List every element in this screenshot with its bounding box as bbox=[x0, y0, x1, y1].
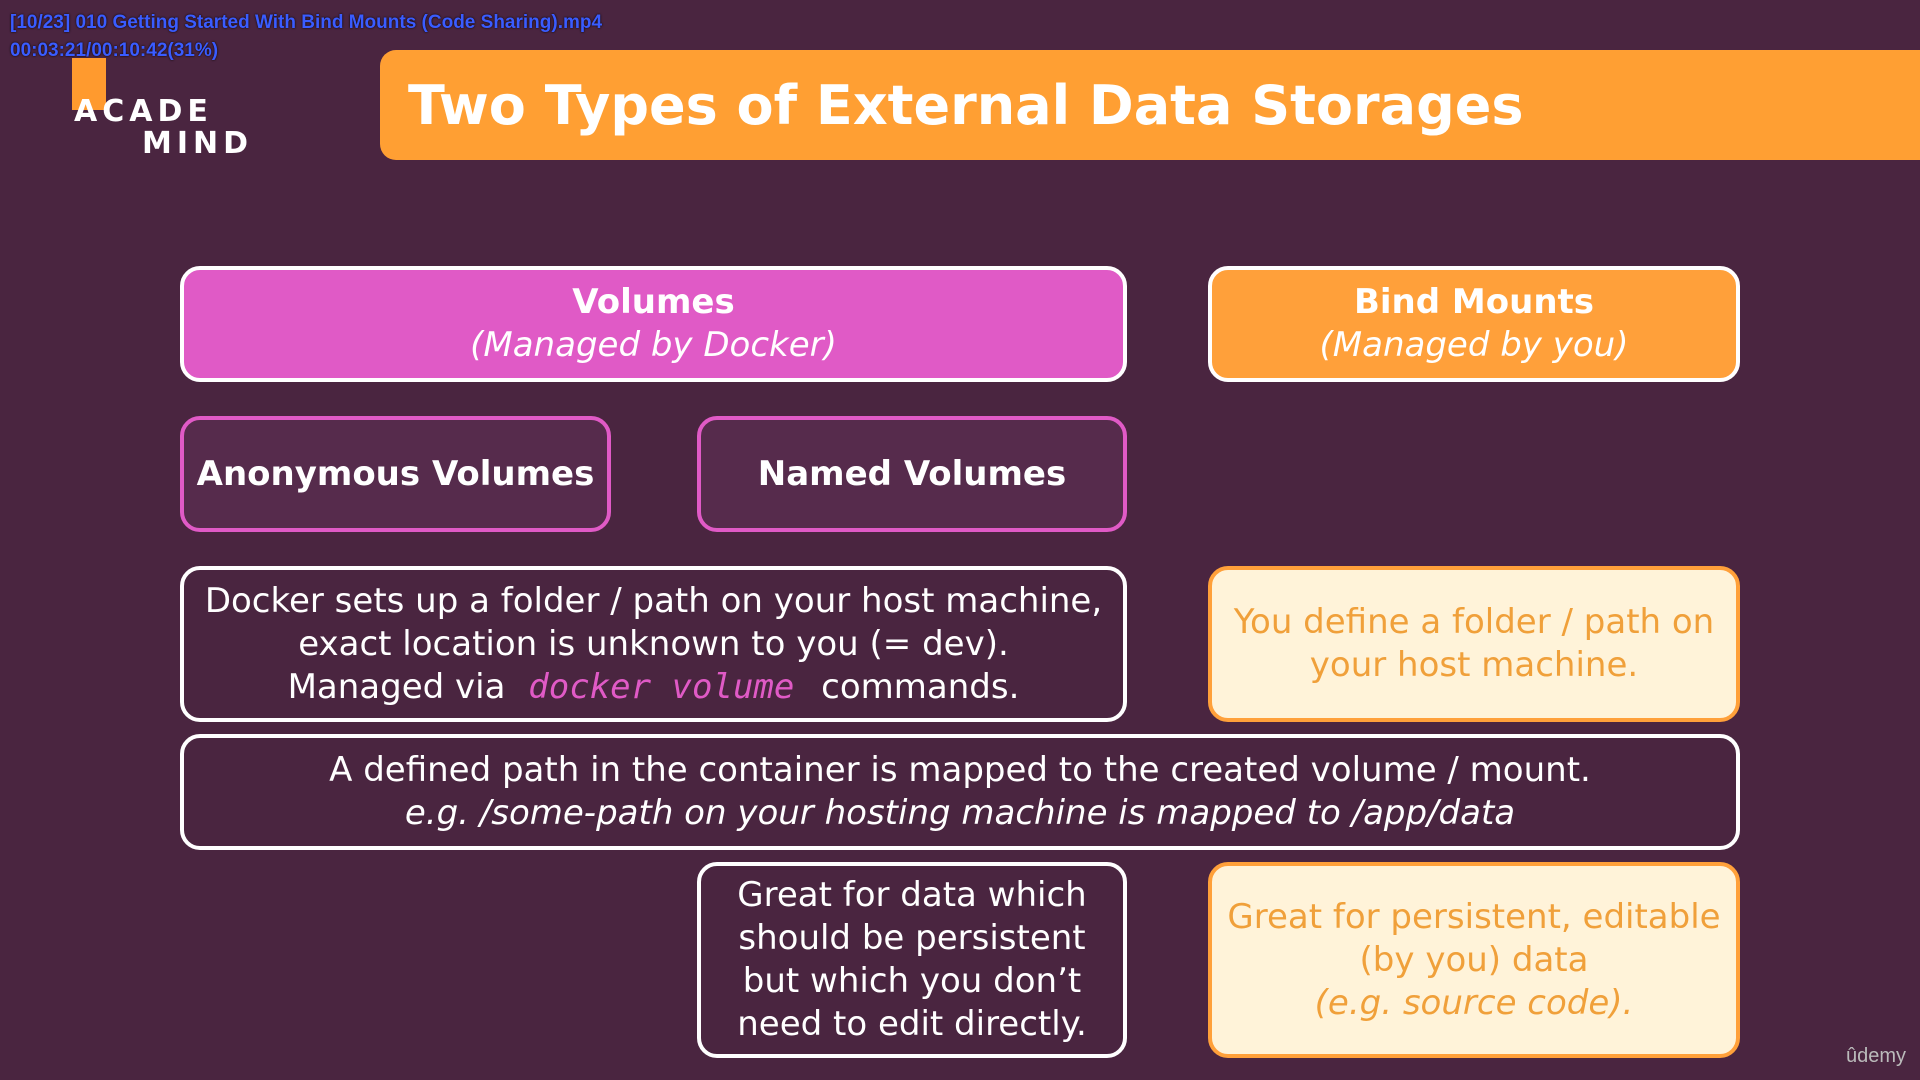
volumes-desc-line2: exact location is unknown to you (= dev)… bbox=[298, 623, 1009, 664]
volumes-use-case-box: Great for data which should be persisten… bbox=[697, 862, 1127, 1058]
logo-line1: ACADE bbox=[74, 94, 213, 129]
bind-mounts-description-box: You define a folder / path on your host … bbox=[1208, 566, 1740, 722]
shared-line2: e.g. /some-path on your hosting machine … bbox=[404, 793, 1516, 833]
shared-line1: A defined path in the container is mappe… bbox=[329, 750, 1591, 790]
volumes-use-line1: Great for data which bbox=[737, 875, 1087, 915]
volumes-desc-line3-suffix: commands. bbox=[821, 666, 1020, 707]
anonymous-volumes-label: Anonymous Volumes bbox=[196, 453, 595, 494]
slide-title-banner: Two Types of External Data Storages bbox=[380, 50, 1920, 160]
bind-use-line3: (e.g. source code). bbox=[1314, 982, 1634, 1023]
volumes-desc-line3-prefix: Managed via bbox=[287, 666, 506, 707]
docker-volume-command: docker volume bbox=[528, 666, 795, 707]
volumes-desc-line3: Managed via docker volume commands. bbox=[288, 666, 1020, 709]
volumes-use-line2: should be persistent bbox=[738, 918, 1086, 958]
bind-use-line1: Great for persistent, editable bbox=[1227, 896, 1721, 937]
named-volumes-box: Named Volumes bbox=[697, 416, 1127, 532]
shared-mapping-box: A defined path in the container is mappe… bbox=[180, 734, 1740, 850]
bind-desc-line1: You define a folder / path on bbox=[1233, 602, 1715, 642]
bind-use-line2: (by you) data bbox=[1359, 939, 1589, 980]
volumes-subtitle: (Managed by Docker) bbox=[470, 325, 837, 365]
volumes-use-line4: need to edit directly. bbox=[737, 1004, 1087, 1044]
anonymous-volumes-box: Anonymous Volumes bbox=[180, 416, 611, 532]
video-filename-overlay: [10/23] 010 Getting Started With Bind Mo… bbox=[10, 12, 603, 33]
volumes-use-line3: but which you don’t bbox=[742, 961, 1082, 1001]
volumes-desc-line1: Docker sets up a folder / path on your h… bbox=[204, 580, 1103, 621]
bind-mounts-header: Bind Mounts (Managed by you) bbox=[1208, 266, 1740, 382]
named-volumes-label: Named Volumes bbox=[757, 453, 1067, 494]
volumes-title: Volumes bbox=[572, 282, 735, 322]
volumes-header: Volumes (Managed by Docker) bbox=[180, 266, 1127, 382]
logo-line2: MIND bbox=[142, 126, 254, 161]
bind-desc-line2: your host machine. bbox=[1309, 645, 1639, 685]
bind-mounts-subtitle: (Managed by you) bbox=[1319, 325, 1629, 365]
slide-title: Two Types of External Data Storages bbox=[408, 74, 1524, 137]
volumes-description-box: Docker sets up a folder / path on your h… bbox=[180, 566, 1127, 722]
academind-logo: ACADE MIND bbox=[70, 58, 254, 161]
bind-mounts-use-case-box: Great for persistent, editable (by you) … bbox=[1208, 862, 1740, 1058]
udemy-watermark: ûdemy bbox=[1845, 1045, 1906, 1067]
bind-mounts-title: Bind Mounts bbox=[1353, 282, 1595, 322]
